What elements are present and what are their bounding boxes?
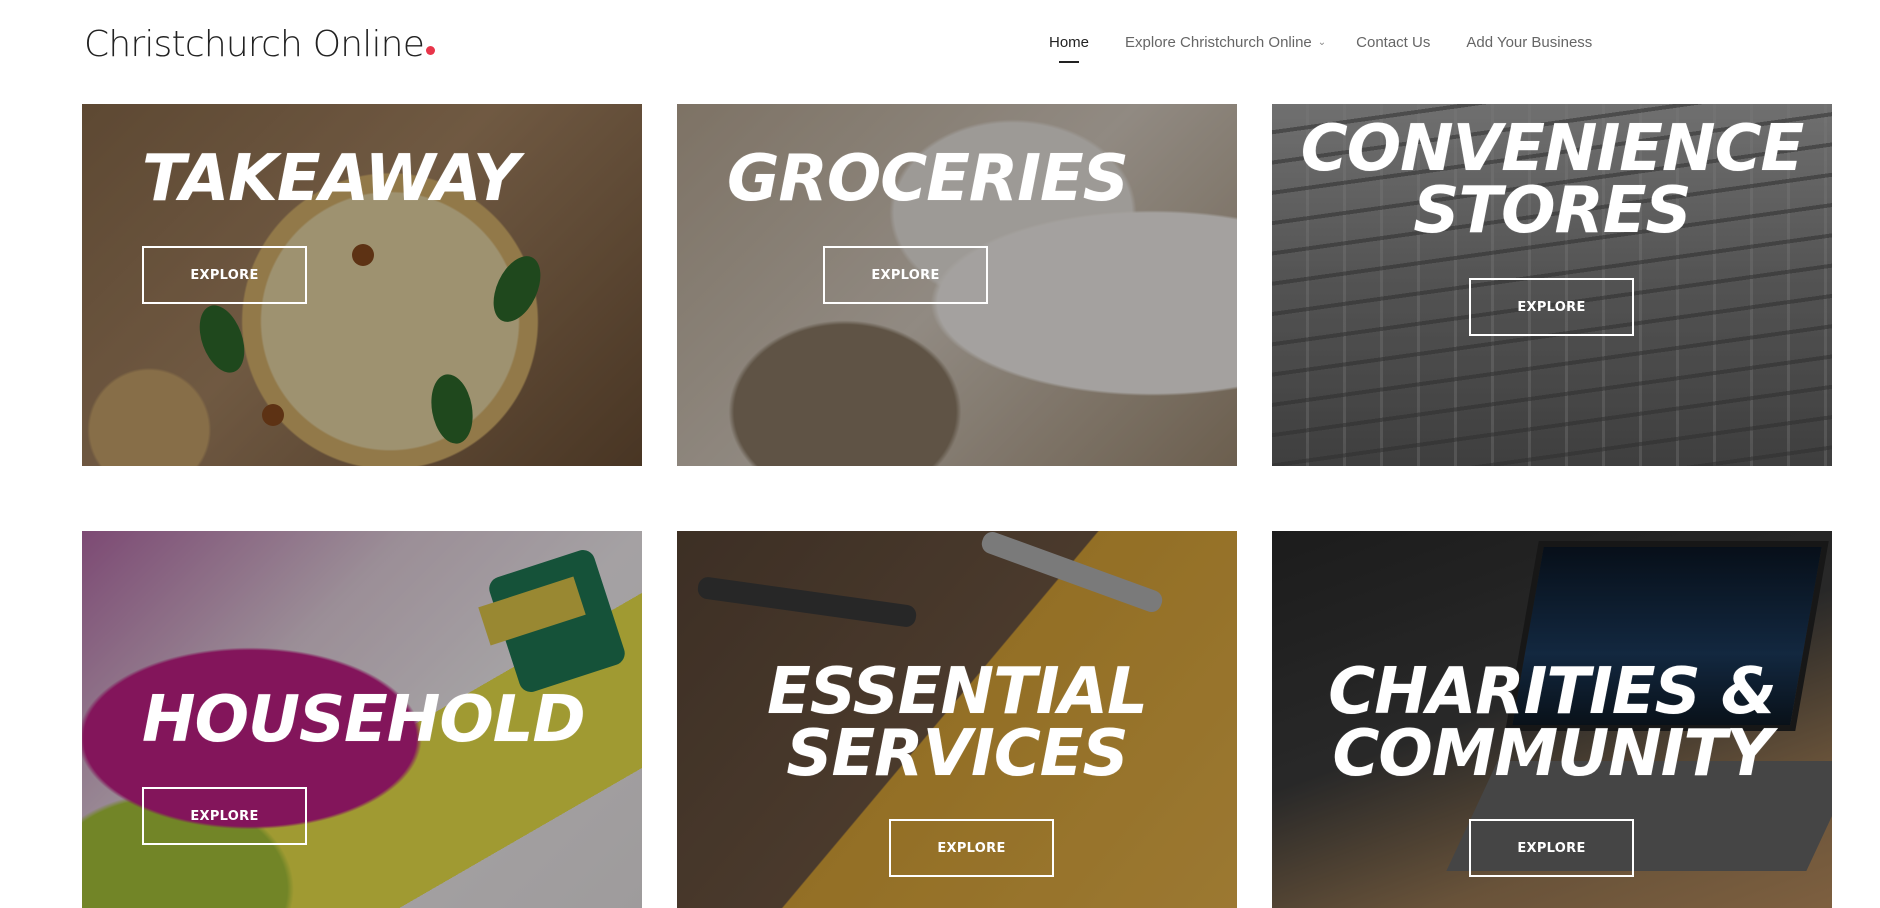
- nav-item-home[interactable]: Home: [1049, 34, 1089, 51]
- category-tile-household[interactable]: HOUSEHOLD EXPLORE: [82, 531, 642, 908]
- site-logo[interactable]: Christchurch Online: [84, 24, 436, 65]
- tile-title: GROCERIES: [727, 142, 1129, 216]
- tile-title: CONVENIENCE STORES: [1272, 112, 1832, 248]
- tile-title: HOUSEHOLD: [142, 683, 586, 757]
- explore-button[interactable]: EXPLORE: [1469, 278, 1634, 336]
- category-tile-groceries[interactable]: GROCERIES EXPLORE: [677, 104, 1237, 466]
- category-tile-takeaway[interactable]: TAKEAWAY EXPLORE: [82, 104, 642, 466]
- site-header: Christchurch Online Home Explore Christc…: [0, 0, 1880, 90]
- category-tile-essential-services[interactable]: ESSENTIAL SERVICES EXPLORE: [677, 531, 1237, 908]
- category-tile-charities-community[interactable]: CHARITIES & COMMUNITY EXPLORE: [1272, 531, 1832, 908]
- tile-title-line: COMMUNITY: [1332, 717, 1772, 791]
- nav-item-label: Explore Christchurch Online: [1125, 34, 1312, 51]
- chevron-down-icon: ⌄: [1317, 37, 1327, 48]
- tile-title: ESSENTIAL SERVICES: [677, 655, 1237, 791]
- nav-item-add-business[interactable]: Add Your Business: [1466, 34, 1592, 51]
- nav-item-contact[interactable]: Contact Us: [1356, 34, 1430, 51]
- category-tile-convenience-stores[interactable]: CONVENIENCE STORES EXPLORE: [1272, 104, 1832, 466]
- explore-button[interactable]: EXPLORE: [823, 246, 988, 304]
- explore-button[interactable]: EXPLORE: [142, 787, 307, 845]
- tile-title-line: CONVENIENCE: [1300, 112, 1805, 186]
- tile-title-line: ESSENTIAL: [767, 655, 1148, 729]
- logo-dot-icon: [426, 46, 436, 55]
- nav-item-explore[interactable]: Explore Christchurch Online ⌄: [1125, 34, 1326, 51]
- nav-item-label: Contact Us: [1356, 34, 1431, 51]
- logo-text: Christchurch Online: [84, 24, 425, 65]
- tile-title: TAKEAWAY: [142, 142, 519, 216]
- main-nav: Home Explore Christchurch Online ⌄ Contac…: [1049, 34, 1592, 51]
- tile-title-line: CHARITIES &: [1328, 655, 1777, 729]
- tile-title: CHARITIES & COMMUNITY: [1272, 655, 1832, 791]
- explore-button[interactable]: EXPLORE: [889, 819, 1054, 877]
- tile-title-line: STORES: [1413, 174, 1691, 248]
- nav-item-label: Home: [1049, 34, 1090, 51]
- explore-button[interactable]: EXPLORE: [142, 246, 307, 304]
- nav-item-label: Add Your Business: [1466, 34, 1593, 51]
- explore-button[interactable]: EXPLORE: [1469, 819, 1634, 877]
- tile-title-line: SERVICES: [786, 717, 1128, 791]
